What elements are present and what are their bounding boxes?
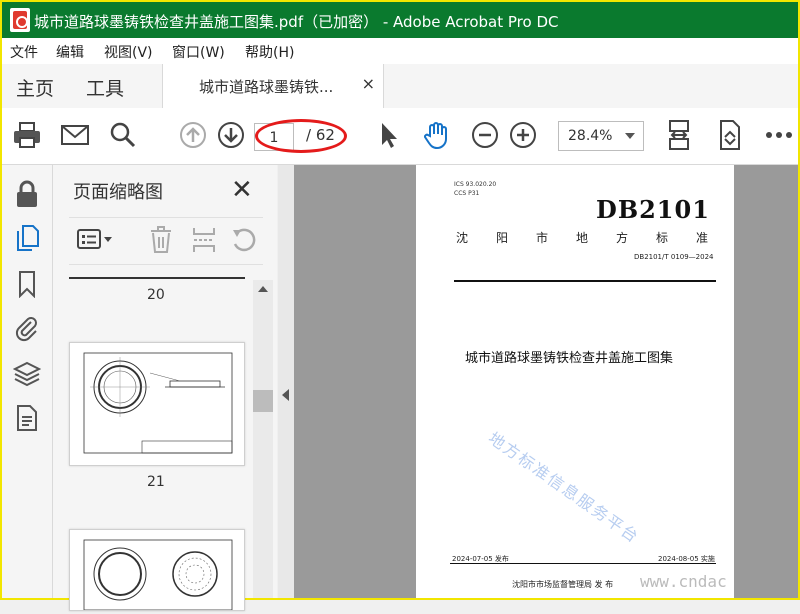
red-annotation-ellipse [255,119,347,153]
tab-tools[interactable]: 工具 [86,74,124,101]
tab-document[interactable]: 城市道路球墨铸铁... × [162,64,384,108]
more-options-icon[interactable] [762,118,796,152]
thumbnail-label-21: 21 [147,474,165,490]
page-city-char: 市 [536,231,549,245]
search-icon[interactable] [106,118,140,152]
main-toolbar: 1 / 62 28.4% [2,108,798,165]
page-thumbnails-panel: 页面缩略图 ✕ 20 21 [53,165,277,611]
page-standard-number: DB2101 [596,195,710,224]
site-watermark: www.cndac [640,572,727,591]
window-title: 城市道路球墨铸铁检查井盖施工图集.pdf（已加密） - Adobe Acroba… [34,13,559,31]
page-document-title: 城市道路球墨铸铁检查井盖施工图集 [465,351,674,366]
left-rail [2,165,53,598]
chevron-down-icon [625,133,635,139]
layers-icon[interactable] [12,359,42,389]
fit-page-icon[interactable] [662,118,696,152]
lock-icon[interactable] [12,179,42,209]
bookmark-icon[interactable] [12,269,42,299]
page-header-rule [454,280,716,282]
delete-page-icon[interactable] [149,226,173,258]
pdf-page: ICS 93.020.20 CCS P31 DB2101 沈 阳 市 地 方 标… [416,165,734,598]
page-city-char: 标 [656,231,669,245]
page-ccs: CCS P31 [454,190,480,197]
previous-page-icon[interactable] [176,118,210,152]
page-issuer: 沈阳市市场监督管理局 发 布 [512,580,614,589]
menu-file[interactable]: 文件 [10,42,38,62]
thumbnail-bottom-edge [69,277,245,279]
document-properties-icon[interactable] [12,403,42,433]
thumbnail-page-22[interactable] [69,529,245,611]
close-panel-icon[interactable]: ✕ [231,175,253,205]
thumbnail-tools [69,217,263,265]
page-standard-code: DB2101/T 0109—2024 [634,253,714,261]
menu-help[interactable]: 帮助(H) [245,42,294,62]
page-ics: ICS 93.020.20 [454,181,497,188]
zoom-out-icon[interactable] [468,118,502,152]
page-footer-rule [450,563,716,564]
tab-row: 主页 工具 城市道路球墨铸铁... × [2,64,798,109]
menu-edit[interactable]: 编辑 [56,42,84,62]
zoom-level-select[interactable]: 28.4% [558,121,644,151]
page-city-char: 地 [576,231,589,245]
document-viewport[interactable]: ICS 93.020.20 CCS P31 DB2101 沈 阳 市 地 方 标… [294,165,798,598]
zoom-in-icon[interactable] [506,118,540,152]
print-icon[interactable] [10,118,44,152]
tab-home[interactable]: 主页 [16,74,54,101]
thumbnail-options-icon[interactable] [77,228,113,256]
hand-tool-icon[interactable] [420,118,454,152]
acrobat-app-icon [10,8,30,32]
thumbnail-page-21[interactable] [69,342,245,466]
page-city-char: 方 [616,231,629,245]
title-bar: 城市道路球墨铸铁检查井盖施工图集.pdf（已加密） - Adobe Acroba… [2,2,798,38]
page-city-char: 准 [696,231,709,245]
tab-document-label: 城市道路球墨铸铁... [199,78,334,96]
menu-bar: 文件 编辑 视图(V) 窗口(W) 帮助(H) [2,38,798,65]
thumbnails-scrollbar[interactable] [253,280,273,598]
scrollbar-thumb[interactable] [253,390,273,412]
page-watermark: 地方标准信息服务平台 [484,428,644,548]
next-page-icon[interactable] [214,118,248,152]
zoom-level-value: 28.4% [568,128,613,144]
thumbnail-label-20: 20 [147,287,165,303]
thumbnails-panel-title: 页面缩略图 [73,182,163,203]
close-tab-icon[interactable]: × [362,74,375,93]
panel-collapse-handle[interactable] [278,165,294,598]
menu-window[interactable]: 窗口(W) [172,42,225,62]
rotate-view-icon[interactable] [712,118,746,152]
select-cursor-icon[interactable] [372,118,406,152]
scroll-up-icon[interactable] [258,286,268,292]
page-thumbnails-icon[interactable] [12,223,42,253]
attachment-icon[interactable] [12,313,42,343]
menu-view[interactable]: 视图(V) [104,42,153,62]
insert-page-icon[interactable] [191,226,217,258]
page-city-char: 沈 [456,231,469,245]
rotate-page-icon[interactable] [231,226,257,258]
page-city-char: 阳 [496,231,509,245]
chevron-left-icon [282,389,289,401]
email-icon[interactable] [58,118,92,152]
